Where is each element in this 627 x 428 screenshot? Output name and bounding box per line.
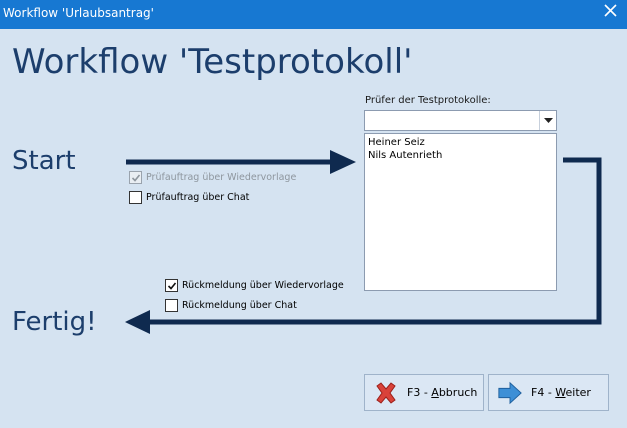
page-title: Workflow 'Testprotokoll' (12, 42, 413, 82)
dropdown-button[interactable] (539, 111, 556, 130)
cancel-button-label: F3 - Abbruch (407, 386, 478, 399)
checkmark-icon (167, 281, 176, 290)
order-chat-checkbox[interactable]: Prüfauftrag über Chat (129, 191, 249, 204)
feedback-resubmission-checkbox[interactable]: Rückmeldung über Wiedervorlage (165, 279, 344, 292)
checkmark-icon (131, 173, 140, 182)
start-label: Start (12, 146, 76, 176)
order-resubmission-checkbox[interactable]: Prüfauftrag über Wiedervorlage (129, 171, 296, 184)
checkbox-box[interactable] (129, 191, 142, 204)
checkbox-label: Rückmeldung über Chat (182, 300, 297, 311)
checkbox-box[interactable] (129, 171, 142, 184)
reviewer-label: Prüfer der Testprotokolle: (365, 95, 491, 106)
next-button-label: F4 - Weiter (531, 386, 591, 399)
list-item[interactable]: Heiner Seiz (365, 136, 556, 149)
next-button[interactable]: F4 - Weiter (488, 374, 609, 411)
done-label: Fertig! (12, 307, 97, 337)
chevron-down-icon (543, 117, 553, 123)
list-item[interactable]: Nils Autenrieth (365, 149, 556, 162)
close-icon (604, 4, 617, 17)
checkbox-label: Rückmeldung über Wiedervorlage (182, 280, 344, 291)
window-title: Workflow 'Urlaubsantrag' (3, 6, 154, 20)
reviewer-listbox[interactable]: Heiner Seiz Nils Autenrieth (364, 133, 557, 291)
close-button[interactable] (601, 0, 621, 22)
reviewer-combobox[interactable] (364, 110, 557, 131)
checkbox-box[interactable] (165, 299, 178, 312)
feedback-chat-checkbox[interactable]: Rückmeldung über Chat (165, 299, 297, 312)
title-bar: Workflow 'Urlaubsantrag' (0, 0, 627, 29)
red-x-icon (373, 380, 399, 406)
checkbox-box[interactable] (165, 279, 178, 292)
checkbox-label: Prüfauftrag über Wiedervorlage (146, 172, 297, 183)
cancel-button[interactable]: F3 - Abbruch (364, 374, 484, 411)
checkbox-label: Prüfauftrag über Chat (146, 192, 250, 203)
blue-arrow-right-icon (497, 380, 523, 406)
